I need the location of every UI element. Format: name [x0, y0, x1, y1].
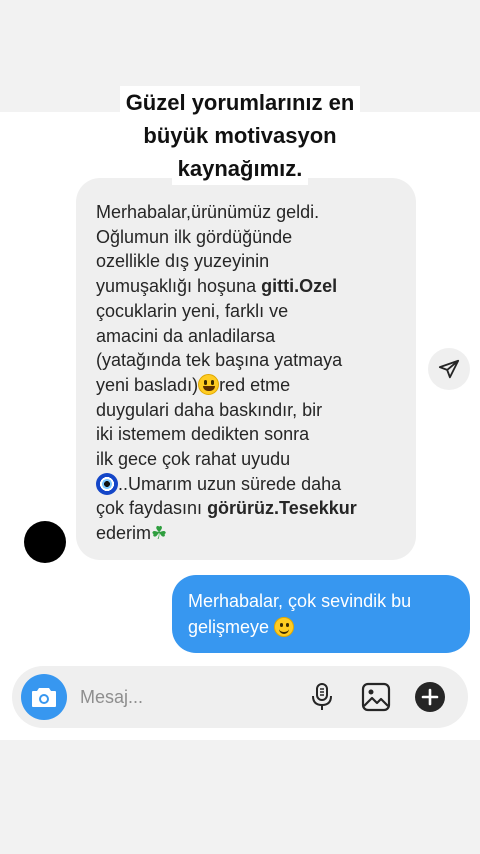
message-text: ilk gece çok rahat uyudu	[96, 449, 291, 470]
message-line: amacini da anladilarsa	[96, 324, 398, 349]
voice-button[interactable]	[305, 680, 339, 714]
received-message-bubble[interactable]: Merhabalar,ürünümüz geldi. Oğlumun ilk gö…	[76, 178, 416, 560]
message-line: yumuşaklığı hoşuna gitti.Ozel	[96, 274, 398, 299]
message-line: ilk gece çok rahat uyudu	[96, 447, 398, 472]
avatar[interactable]	[24, 521, 66, 563]
message-line: Oğlumun ilk gördüğünde	[96, 225, 398, 250]
message-text: yeni basladı)	[96, 374, 199, 395]
microphone-icon	[312, 683, 332, 710]
bottom-band	[0, 740, 480, 854]
sent-message-line-2: gelişmeye	[188, 614, 454, 640]
sent-message-bubble[interactable]: Merhabalar, çok sevindik bu gelişmeye	[172, 575, 470, 653]
nazar-amulet-icon	[96, 472, 118, 495]
message-line: iki istemem dedikten sonra	[96, 422, 398, 447]
message-text: red etme	[219, 374, 291, 395]
message-line: (yatağında tek başına yatmaya	[96, 348, 398, 373]
message-text: yumuşaklığı hoşuna	[96, 276, 262, 297]
message-text: ederim	[96, 523, 152, 544]
message-text: duygulari daha baskındır, bir	[96, 399, 323, 420]
add-icon	[415, 682, 445, 712]
message-line: çocuklarin yeni, farklı ve	[96, 299, 398, 324]
sent-message-text: gelişmeye	[188, 617, 270, 637]
sent-message-line: Merhabalar, çok sevindik bu	[188, 591, 412, 611]
message-text: çocuklarin yeni, farklı ve	[96, 300, 289, 321]
four-leaf-clover-icon: ☘	[151, 523, 168, 544]
message-input[interactable]	[80, 682, 280, 712]
message-line: Merhabalar,ürünümüz geldi.	[96, 200, 398, 225]
message-line: ozellikle dış yuzeyinin	[96, 249, 398, 274]
caption-overlay: Güzel yorumlarınız en büyük motivasyon k…	[0, 86, 480, 185]
gallery-button[interactable]	[359, 680, 393, 714]
message-line: duygulari daha baskındır, bir	[96, 398, 398, 423]
message-bold-text: gitti.Ozel	[261, 276, 338, 297]
message-text: çok faydasını	[96, 498, 208, 519]
message-line: ..Umarım uzun sürede daha	[96, 472, 398, 497]
caption-line: Güzel yorumlarınız en	[119, 86, 361, 119]
message-text: Merhabalar,ürünümüz geldi.	[96, 202, 320, 222]
share-button[interactable]	[428, 348, 470, 390]
grinning-face-icon	[198, 373, 220, 395]
message-text: iki istemem dedikten sonra	[96, 424, 310, 445]
message-bold-text: görürüz.Tesekkur	[207, 498, 357, 519]
camera-icon	[32, 688, 56, 707]
message-text: ..Umarım uzun sürede daha	[118, 473, 342, 494]
message-line: ederim☘	[96, 521, 398, 546]
gallery-icon	[361, 682, 391, 712]
message-line: yeni basladı) red etme	[96, 373, 398, 398]
camera-button[interactable]	[21, 674, 67, 720]
message-text: amacini da anladilarsa	[96, 325, 276, 346]
caption-line: büyük motivasyon	[137, 119, 343, 152]
message-text: ozellikle dış yuzeyinin	[96, 251, 270, 272]
message-text: Oğlumun ilk gördüğünde	[96, 226, 293, 247]
message-composer	[12, 666, 468, 728]
slightly-smiling-face-icon	[274, 617, 295, 637]
send-icon	[438, 359, 460, 379]
message-line: çok faydasını görürüz.Tesekkur	[96, 496, 398, 521]
caption-line: kaynağımız.	[171, 152, 309, 185]
message-text: (yatağında tek başına yatmaya	[96, 350, 343, 371]
add-button[interactable]	[413, 680, 447, 714]
